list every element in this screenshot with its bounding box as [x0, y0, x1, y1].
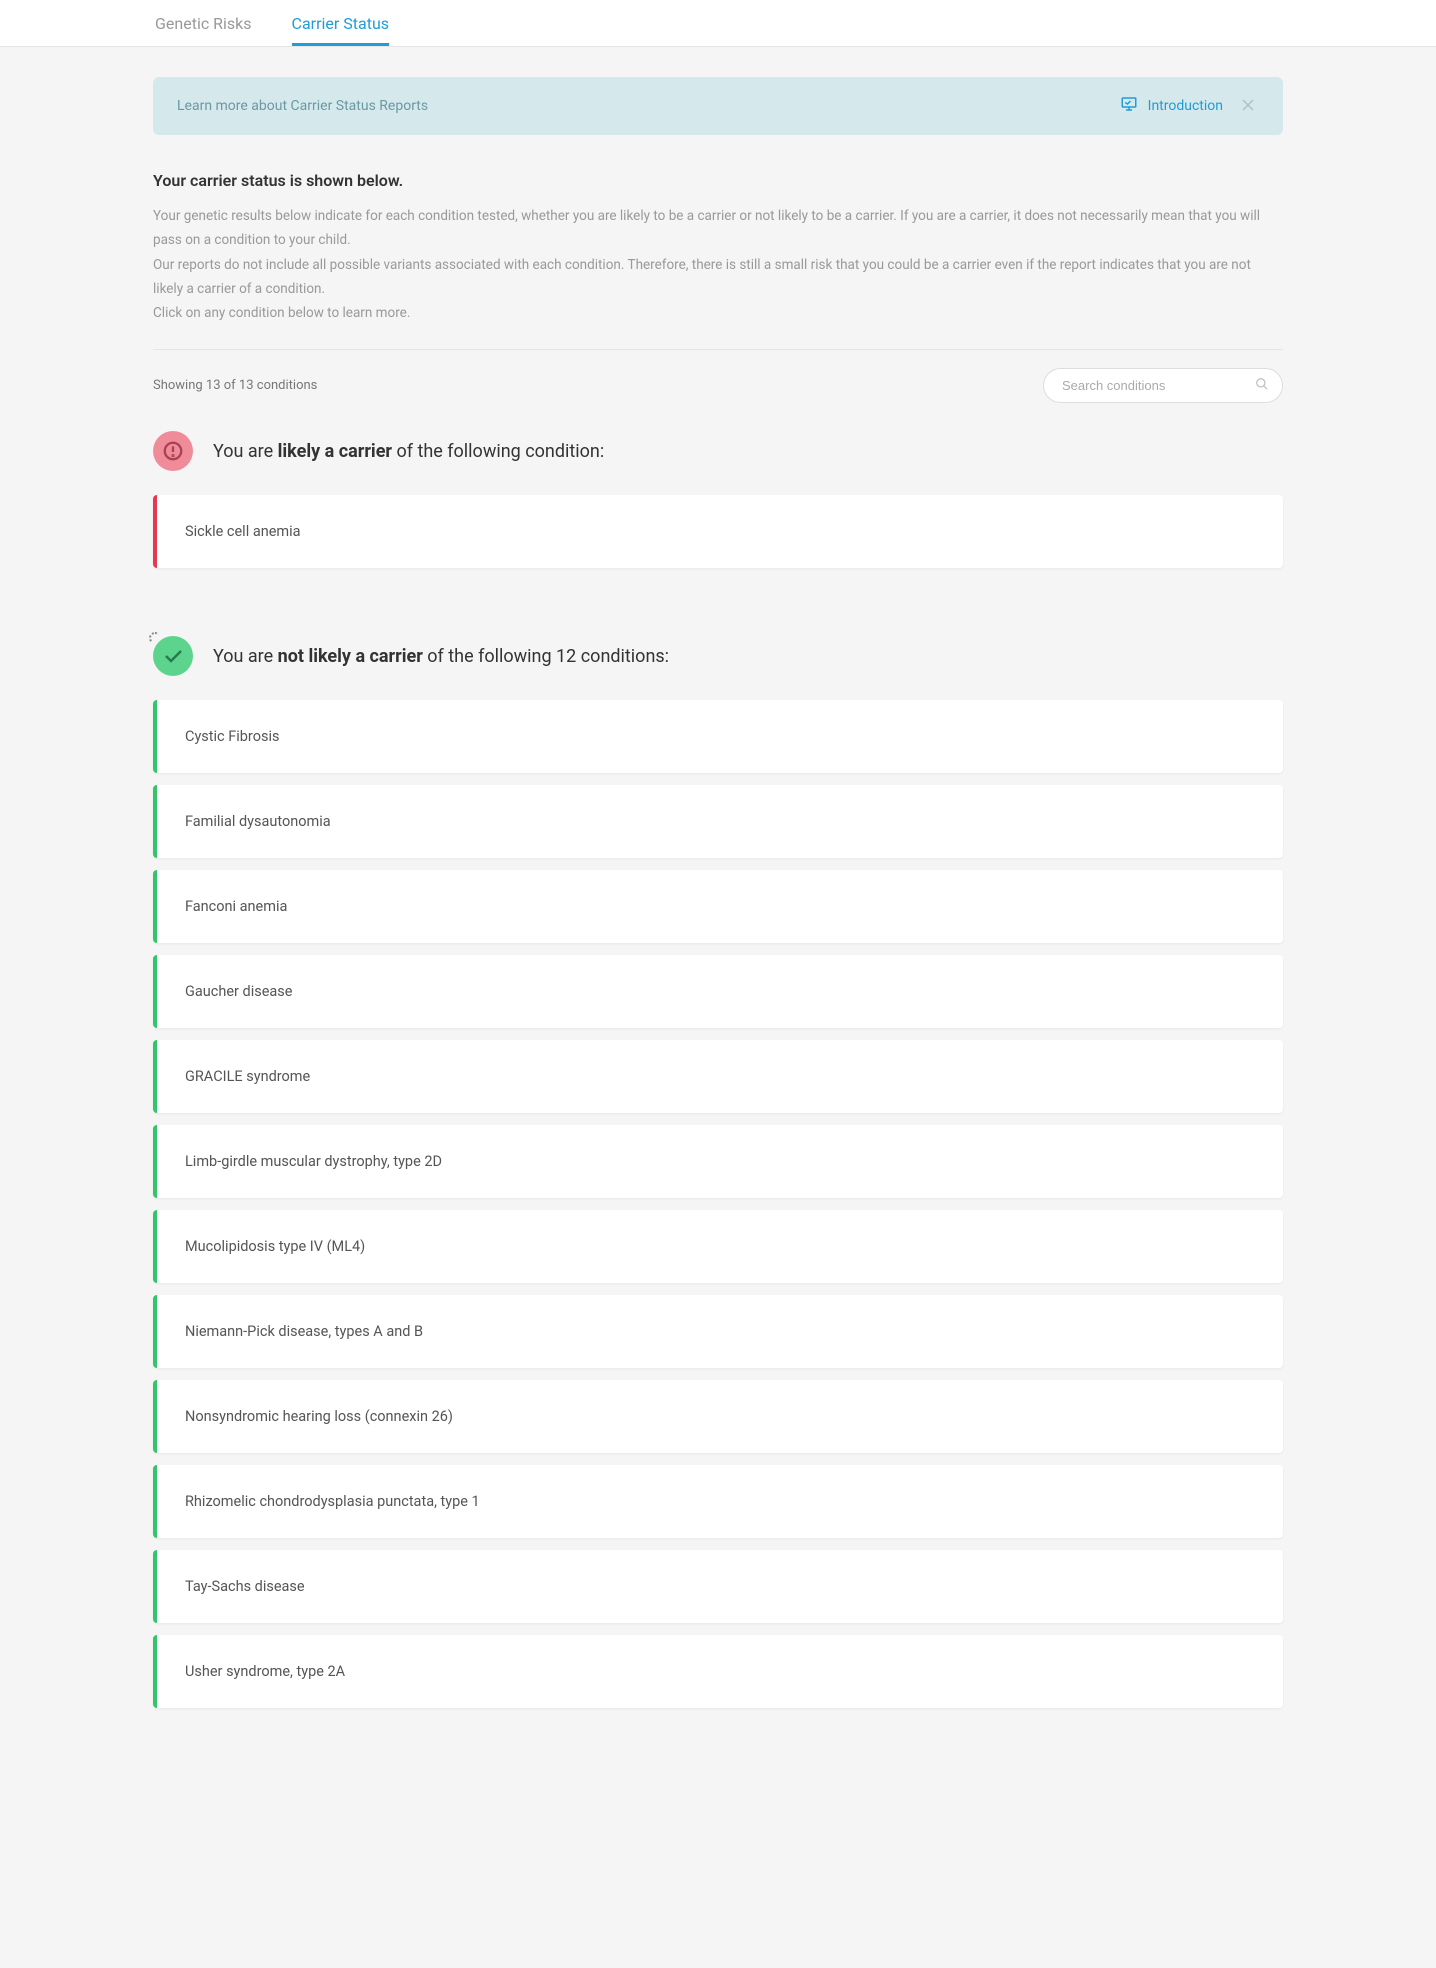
- condition-card[interactable]: Mucolipidosis type IV (ML4): [153, 1210, 1283, 1283]
- section-likely-heading: You are likely a carrier of the followin…: [153, 431, 1283, 471]
- condition-count: Showing 13 of 13 conditions: [153, 378, 317, 393]
- description-title: Your carrier status is shown below.: [153, 171, 1283, 190]
- close-icon[interactable]: [1237, 97, 1259, 116]
- search-input[interactable]: [1043, 368, 1283, 403]
- condition-card[interactable]: Gaucher disease: [153, 955, 1283, 1028]
- presentation-icon: [1120, 95, 1138, 117]
- list-header: Showing 13 of 13 conditions: [153, 368, 1283, 403]
- section-notlikely-text: You are not likely a carrier of the foll…: [213, 646, 669, 667]
- condition-card[interactable]: Rhizomelic chondrodysplasia punctata, ty…: [153, 1465, 1283, 1538]
- description-p2: Our reports do not include all possible …: [153, 253, 1283, 302]
- condition-card[interactable]: Tay-Sachs disease: [153, 1550, 1283, 1623]
- search-wrap: [1043, 368, 1283, 403]
- condition-card[interactable]: Fanconi anemia: [153, 870, 1283, 943]
- likely-conditions-list: Sickle cell anemia: [153, 495, 1283, 568]
- condition-card[interactable]: Limb-girdle muscular dystrophy, type 2D: [153, 1125, 1283, 1198]
- introduction-link[interactable]: Introduction: [1120, 95, 1223, 117]
- divider: [153, 349, 1283, 350]
- condition-card[interactable]: GRACILE syndrome: [153, 1040, 1283, 1113]
- notlikely-conditions-list: Cystic Fibrosis Familial dysautonomia Fanc…: [153, 700, 1283, 1708]
- description-p1: Your genetic results below indicate for …: [153, 204, 1283, 253]
- warning-icon: [153, 431, 193, 471]
- info-banner-text: Learn more about Carrier Status Reports: [177, 98, 428, 114]
- introduction-label: Introduction: [1148, 98, 1223, 114]
- condition-card[interactable]: Sickle cell anemia: [153, 495, 1283, 568]
- tab-bar: Genetic Risks Carrier Status: [0, 0, 1436, 47]
- condition-card[interactable]: Usher syndrome, type 2A: [153, 1635, 1283, 1708]
- description-block: Your carrier status is shown below. Your…: [153, 171, 1283, 325]
- condition-card[interactable]: Cystic Fibrosis: [153, 700, 1283, 773]
- condition-card[interactable]: Niemann-Pick disease, types A and B: [153, 1295, 1283, 1368]
- tab-genetic-risks[interactable]: Genetic Risks: [155, 0, 252, 46]
- description-p3: Click on any condition below to learn mo…: [153, 301, 1283, 325]
- condition-card[interactable]: Familial dysautonomia: [153, 785, 1283, 858]
- section-notlikely-heading: You are not likely a carrier of the foll…: [153, 636, 1283, 676]
- tab-carrier-status[interactable]: Carrier Status: [292, 0, 389, 46]
- checkmark-icon: [153, 636, 193, 676]
- condition-card[interactable]: Nonsyndromic hearing loss (connexin 26): [153, 1380, 1283, 1453]
- info-banner: Learn more about Carrier Status Reports …: [153, 77, 1283, 135]
- section-likely-text: You are likely a carrier of the followin…: [213, 441, 604, 462]
